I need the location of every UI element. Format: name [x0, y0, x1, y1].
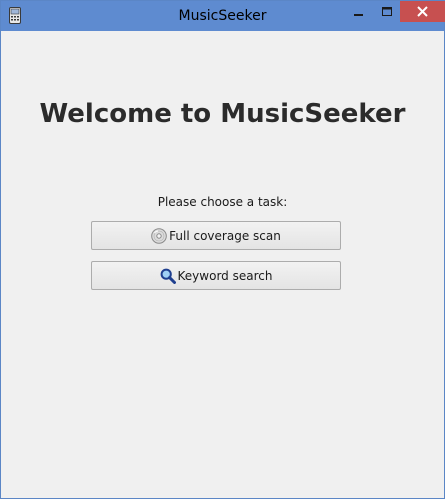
magnifier-icon — [160, 268, 176, 284]
main-window: MusicSeeker Welcome to MusicSeeker Pleas… — [0, 0, 445, 499]
full-coverage-scan-button[interactable]: Full coverage scan — [91, 221, 341, 250]
keyword-search-label: Keyword search — [177, 268, 273, 283]
close-button[interactable] — [400, 1, 445, 22]
full-coverage-scan-label: Full coverage scan — [169, 228, 281, 243]
close-icon — [417, 2, 428, 21]
main-content: Welcome to MusicSeeker Please choose a t… — [1, 31, 444, 498]
maximize-button[interactable] — [373, 1, 400, 22]
page-title: Welcome to MusicSeeker — [39, 99, 406, 129]
keyword-search-button[interactable]: Keyword search — [91, 261, 341, 290]
task-prompt: Please choose a task: — [157, 195, 288, 209]
minimize-icon — [353, 2, 364, 21]
maximize-icon — [381, 2, 392, 21]
cd-disc-icon — [151, 227, 167, 244]
minimize-button[interactable] — [344, 1, 373, 22]
title-bar[interactable]: MusicSeeker — [1, 1, 445, 31]
